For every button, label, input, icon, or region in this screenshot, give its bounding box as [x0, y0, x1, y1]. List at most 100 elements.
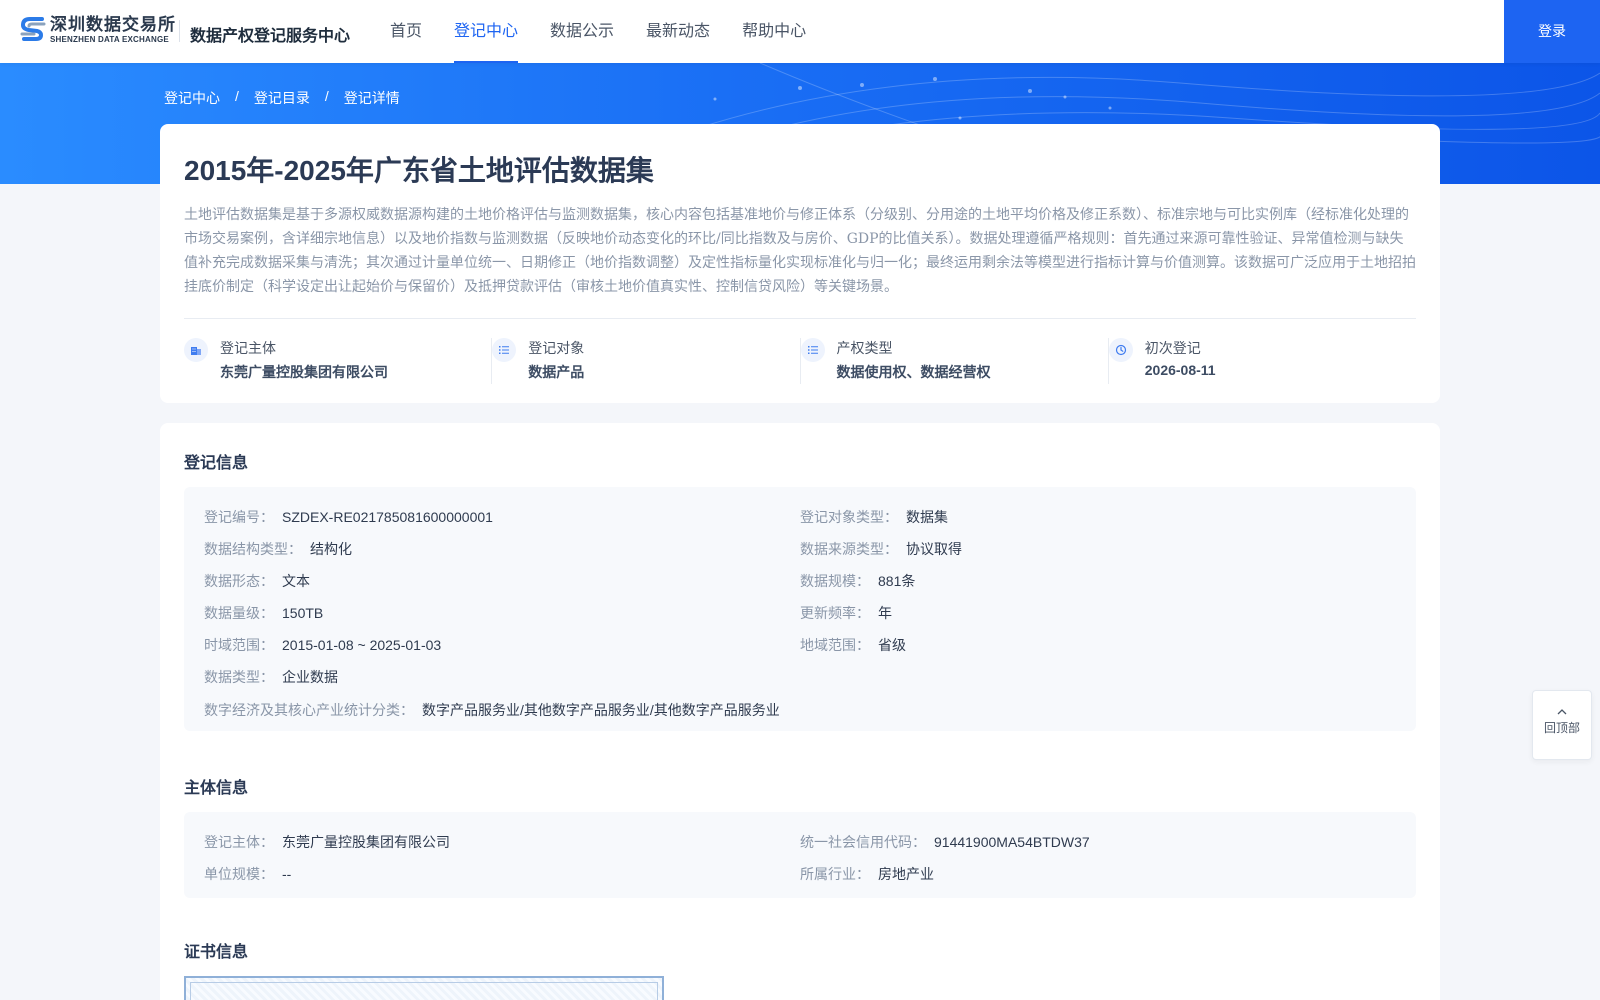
certificate-border — [190, 982, 658, 1000]
field-value: 文本 — [282, 573, 310, 589]
certificate-image[interactable] — [184, 976, 664, 1000]
field-registration-number: 登记编号： SZDEX-RE021785081600000001 — [204, 507, 493, 527]
summary-item-first-registration: 初次登记 2026-08-11 — [1108, 338, 1416, 384]
field-key: 统一社会信用代码： — [800, 834, 926, 850]
breadcrumb-registration-center[interactable]: 登记中心 — [164, 88, 220, 108]
field-key: 所属行业： — [800, 866, 870, 882]
breadcrumb: 登记中心 / 登记目录 / 登记详情 — [164, 88, 400, 108]
list-icon — [492, 338, 517, 362]
field-value: 数字产品服务业/其他数字产品服务业/其他数字产品服务业 — [422, 702, 780, 718]
section-title-certificate: 证书信息 — [184, 944, 249, 961]
divider — [184, 318, 1416, 319]
field-key: 数据形态： — [204, 573, 274, 589]
nav-item-help-center[interactable]: 帮助中心 — [742, 0, 806, 63]
field-key: 数据量级： — [204, 605, 274, 621]
summary-label: 初次登记 — [1144, 340, 1201, 356]
nav-item-registration-center[interactable]: 登记中心 — [454, 0, 519, 63]
field-key: 更新频率： — [800, 605, 870, 621]
field-credit-code: 统一社会信用代码： 91441900MA54BTDW37 — [800, 832, 1090, 852]
nav-item-latest-news[interactable]: 最新动态 — [646, 0, 710, 63]
summary-label: 产权类型 — [836, 340, 893, 356]
field-key: 登记主体： — [204, 834, 274, 850]
breadcrumb-registration-detail: 登记详情 — [343, 90, 400, 106]
field-data-form: 数据形态： 文本 — [204, 571, 310, 591]
logo[interactable]: 深圳数据交易所 SHENZHEN DATA EXCHANGE — [20, 15, 176, 45]
field-registrant: 登记主体： 东莞广量控股集团有限公司 — [204, 832, 450, 852]
field-value: 协议取得 — [906, 541, 962, 557]
field-value: 年 — [878, 605, 892, 621]
field-geo-range: 地域范围： 省级 — [800, 635, 906, 655]
field-data-scale: 数据规模： 881条 — [800, 571, 915, 591]
dataset-description: 土地评估数据集是基于多源权威数据源构建的土地价格评估与监测数据集，核心内容包括基… — [184, 207, 1416, 295]
field-value: 2015-01-08 ~ 2025-01-03 — [282, 637, 442, 653]
field-key: 登记编号： — [204, 509, 274, 525]
field-industry-classification: 数字经济及其核心产业统计分类： 数字产品服务业/其他数字产品服务业/其他数字产品服… — [204, 700, 780, 720]
summary-value: 数据产品 — [528, 364, 585, 380]
field-key: 时域范围： — [204, 637, 274, 653]
field-value: 结构化 — [310, 541, 352, 557]
field-structure-type: 数据结构类型： 结构化 — [204, 539, 352, 559]
field-object-type: 登记对象类型： 数据集 — [800, 507, 948, 527]
logo-divider — [179, 20, 180, 42]
chevron-up-icon — [1557, 709, 1567, 715]
field-key: 数据结构类型： — [204, 541, 302, 557]
field-key: 数据来源类型： — [800, 541, 898, 557]
field-source-type: 数据来源类型： 协议取得 — [800, 539, 962, 559]
section-title-entity: 主体信息 — [184, 780, 249, 797]
section-title-registration: 登记信息 — [184, 455, 249, 472]
breadcrumb-separator: / — [324, 88, 329, 104]
field-value: 省级 — [878, 637, 906, 653]
field-key: 数字经济及其核心产业统计分类： — [204, 702, 414, 718]
field-company-size: 单位规模： -- — [204, 864, 291, 884]
main-nav: 首页 登记中心 数据公示 最新动态 帮助中心 — [390, 0, 838, 63]
breadcrumb-separator: / — [235, 88, 239, 104]
field-value: 150TB — [282, 605, 324, 621]
summary-item-right-type: 产权类型 数据使用权、数据经营权 — [800, 338, 1109, 384]
logo-mark-icon — [20, 17, 46, 41]
clock-icon — [1108, 338, 1133, 362]
logo-english-name: SHENZHEN DATA EXCHANGE — [50, 35, 169, 44]
field-value: SZDEX-RE021785081600000001 — [282, 509, 493, 525]
field-time-range: 时域范围： 2015-01-08 ~ 2025-01-03 — [204, 635, 441, 655]
breadcrumb-registration-catalog[interactable]: 登记目录 — [254, 88, 310, 108]
field-value: 东莞广量控股集团有限公司 — [282, 834, 450, 850]
top-navigation: 深圳数据交易所 SHENZHEN DATA EXCHANGE 数据产权登记服务中… — [0, 0, 1600, 63]
login-button[interactable]: 登录 — [1504, 0, 1600, 63]
summary-value: 数据使用权、数据经营权 — [836, 364, 991, 380]
field-key: 地域范围： — [800, 637, 870, 653]
field-value: 881条 — [878, 573, 916, 589]
field-value: 企业数据 — [282, 669, 338, 685]
summary-value: 2026-08-11 — [1144, 362, 1216, 378]
logo-chinese-name: 深圳数据交易所 — [50, 15, 176, 34]
building-icon — [184, 338, 208, 362]
summary-bar: 登记主体 东莞广量控股集团有限公司 登记对象 数据产品 产权类型 数据使用权、数… — [184, 338, 1416, 384]
field-key: 单位规模： — [204, 866, 274, 882]
back-to-top-button[interactable]: 回顶部 — [1532, 690, 1592, 760]
summary-label: 登记对象 — [528, 340, 585, 356]
summary-value: 东莞广量控股集团有限公司 — [220, 364, 388, 380]
entity-info-box: 登记主体： 东莞广量控股集团有限公司 统一社会信用代码： 91441900MA54B… — [184, 812, 1416, 898]
field-value: 房地产业 — [878, 866, 934, 882]
page-title: 2015年-2025年广东省土地评估数据集 — [184, 155, 654, 186]
registration-info-box: 登记编号： SZDEX-RE021785081600000001 登记对象类型： 数… — [184, 487, 1416, 731]
field-data-category: 数据类型： 企业数据 — [204, 667, 338, 687]
field-update-frequency: 更新频率： 年 — [800, 603, 892, 623]
field-key: 数据类型： — [204, 669, 274, 685]
summary-item-registrant: 登记主体 东莞广量控股集团有限公司 — [184, 338, 493, 384]
summary-label: 登记主体 — [220, 340, 276, 356]
nav-item-home[interactable]: 首页 — [390, 0, 422, 63]
summary-item-object: 登记对象 数据产品 — [492, 338, 801, 384]
field-key: 登记对象类型： — [800, 509, 898, 525]
field-data-volume: 数据量级： 150TB — [204, 603, 323, 623]
list-icon — [800, 338, 825, 362]
site-title: 数据产权登记服务中心 — [190, 28, 351, 45]
field-value: 数据集 — [906, 509, 948, 525]
nav-item-data-publicity[interactable]: 数据公示 — [550, 0, 614, 63]
field-value: 91441900MA54BTDW37 — [934, 834, 1090, 850]
dataset-overview-card: 2015年-2025年广东省土地评估数据集 土地评估数据集是基于多源权威数据源构… — [160, 124, 1440, 403]
detail-card: 登记信息 登记编号： SZDEX-RE021785081600000001 登记对… — [160, 423, 1440, 1000]
field-industry: 所属行业： 房地产业 — [800, 864, 934, 884]
field-key: 数据规模： — [800, 573, 870, 589]
field-value: -- — [282, 866, 292, 882]
back-to-top-label: 回顶部 — [1543, 721, 1580, 735]
